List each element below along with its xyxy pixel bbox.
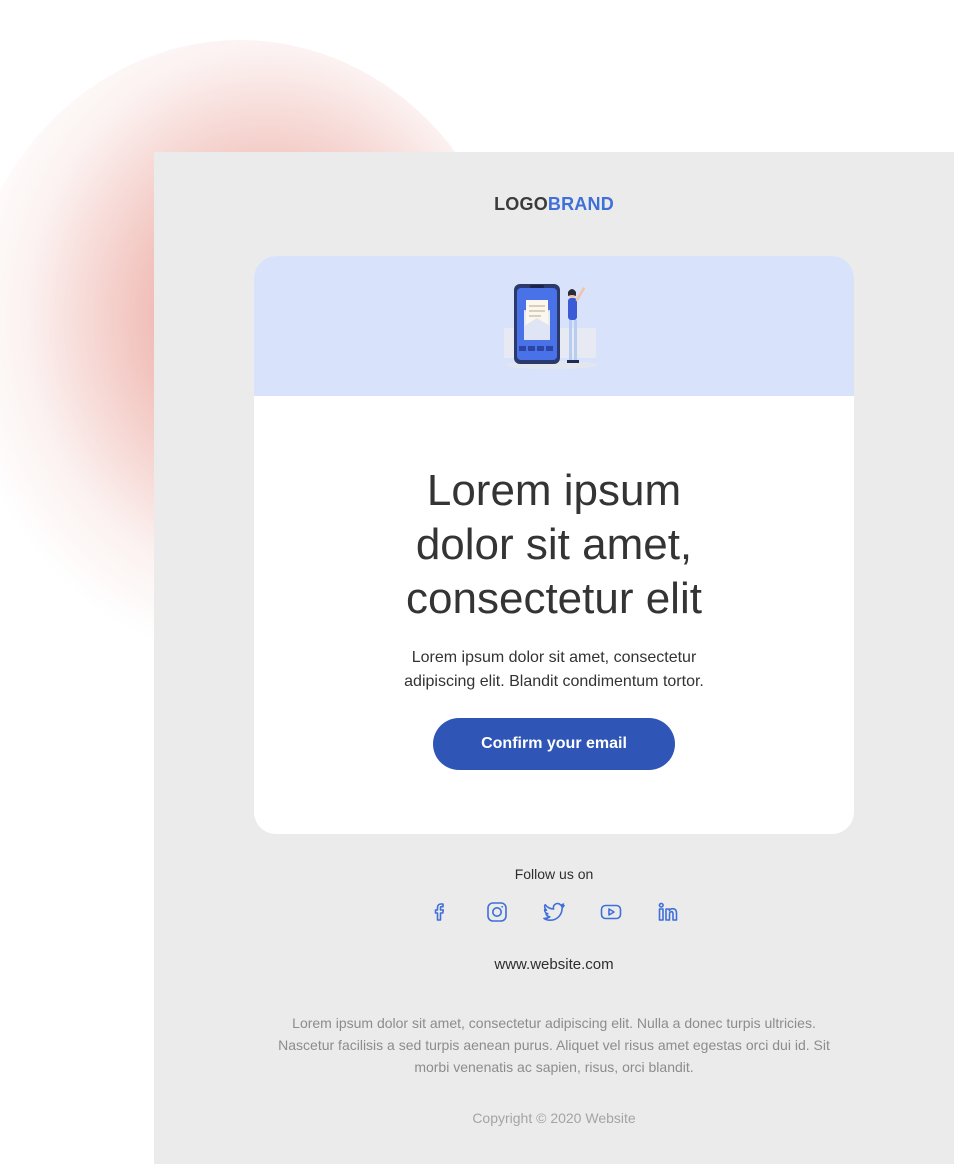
facebook-link[interactable] — [424, 896, 456, 928]
logo-text-part2: BRAND — [547, 194, 614, 214]
instagram-icon — [487, 902, 507, 922]
copyright: Copyright © 2020 Website — [472, 1110, 636, 1126]
follow-us-label: Follow us on — [514, 866, 594, 882]
phone-email-person-illustration — [504, 282, 598, 369]
linkedin-link[interactable] — [652, 896, 684, 928]
instagram-link[interactable] — [481, 896, 513, 928]
twitter-link[interactable] — [538, 896, 570, 928]
email-frame: LOGOBRAND Lorem ipsum dolor sit amet, co… — [154, 152, 954, 1164]
linkedin-icon — [658, 902, 678, 921]
brand-logo[interactable]: LOGOBRAND — [154, 194, 954, 215]
social-links — [424, 896, 684, 928]
website-link[interactable]: www.website.com — [154, 956, 954, 973]
body-text: Lorem ipsum dolor sit amet, consectetur … — [404, 649, 704, 690]
facebook-icon — [434, 903, 445, 921]
headline: Lorem ipsum dolor sit amet, consectetur … — [406, 466, 702, 623]
twitter-icon — [543, 902, 565, 922]
logo-text-part1: LOGO — [494, 194, 548, 214]
youtube-icon — [600, 904, 622, 920]
email-card: Lorem ipsum dolor sit amet, consectetur … — [254, 256, 854, 834]
youtube-link[interactable] — [595, 896, 627, 928]
confirm-email-button[interactable]: Confirm your email — [433, 718, 675, 770]
hero-banner — [254, 256, 854, 396]
fine-print: Lorem ipsum dolor sit amet, consectetur … — [278, 1015, 830, 1075]
